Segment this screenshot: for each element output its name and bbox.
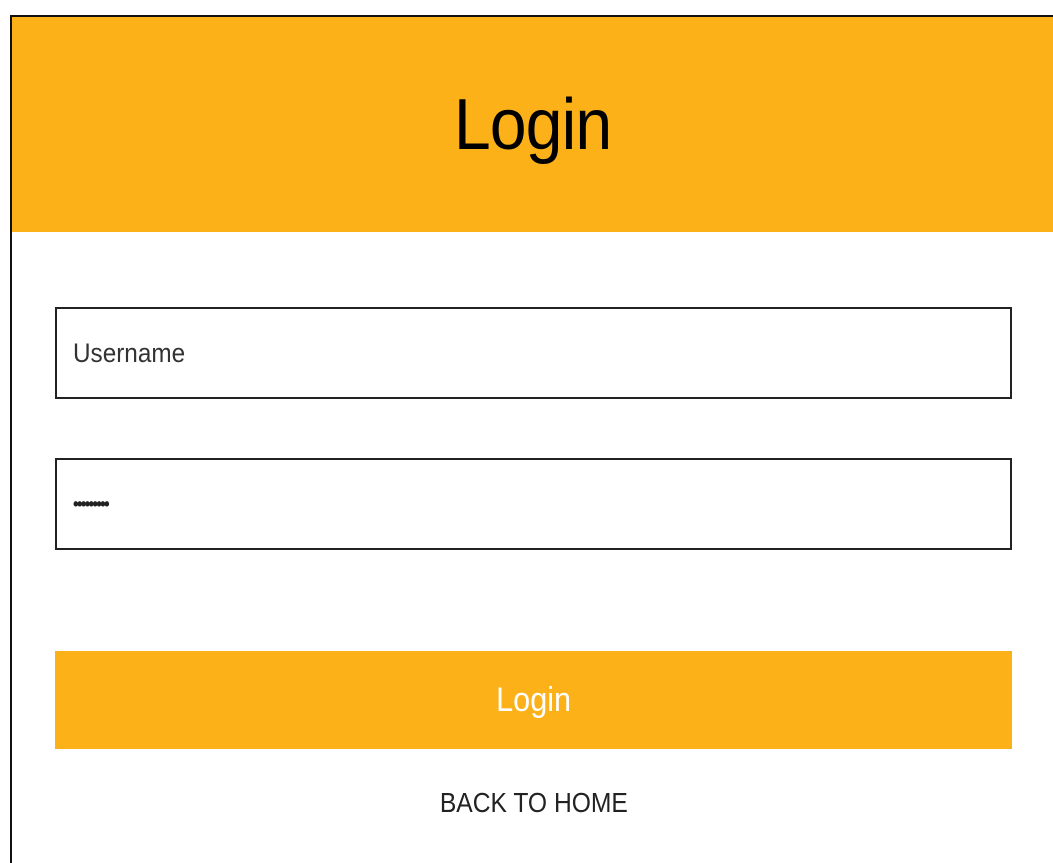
back-to-home-label: BACK TO HOME — [439, 787, 628, 818]
password-masked-value: ••••••••• — [73, 493, 110, 514]
login-card: Login Username ••••••••• Login BACK TO H… — [10, 15, 1053, 863]
page-title: Login — [453, 84, 612, 165]
back-to-home-link[interactable]: BACK TO HOME — [55, 781, 1012, 825]
login-button[interactable]: Login — [55, 651, 1012, 749]
login-header: Login — [12, 17, 1053, 232]
username-placeholder: Username — [73, 337, 186, 368]
password-field[interactable]: ••••••••• — [55, 458, 1012, 550]
login-button-label: Login — [496, 680, 571, 719]
username-field[interactable]: Username — [55, 307, 1012, 399]
